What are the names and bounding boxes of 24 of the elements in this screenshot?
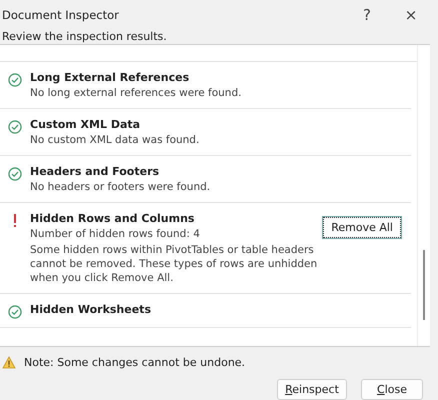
result-title: Hidden Worksheets (30, 302, 152, 316)
result-title: Hidden Rows and Columns (30, 212, 196, 225)
result-description: No long external references were found. (30, 86, 242, 100)
note-text: Note: Some changes cannot be undone. (24, 356, 246, 369)
window-title: Document Inspector (2, 8, 120, 22)
result-description: No custom XML data was found. (30, 132, 200, 147)
close-button[interactable]: × (396, 6, 426, 24)
check-circle-icon (8, 120, 22, 134)
check-circle-icon (8, 166, 22, 181)
result-description: Some hidden rows within PivotTables or table headers cannot be removed. These types of rows are unhidden when you click Remove All. (30, 242, 318, 285)
check-circle-icon (8, 72, 22, 87)
remove-all-button[interactable]: Remove All (323, 216, 401, 238)
check-circle-icon (8, 304, 22, 319)
exclamation-icon (13, 214, 17, 228)
instruction-text: Review the inspection results. (2, 30, 167, 44)
result-title: Headers and Footers (30, 164, 160, 178)
help-button[interactable]: ? (352, 6, 382, 24)
result-title: Custom XML Data (30, 118, 142, 131)
result-description: Number of hidden rows found: 4 (30, 226, 201, 241)
reinspect-button[interactable]: Reinspect (277, 379, 347, 400)
close-dialog-button[interactable]: Close (361, 379, 423, 400)
result-title: Long External References (30, 70, 190, 84)
result-description: No headers or footers were found. (30, 180, 212, 194)
warning-icon (2, 356, 16, 369)
